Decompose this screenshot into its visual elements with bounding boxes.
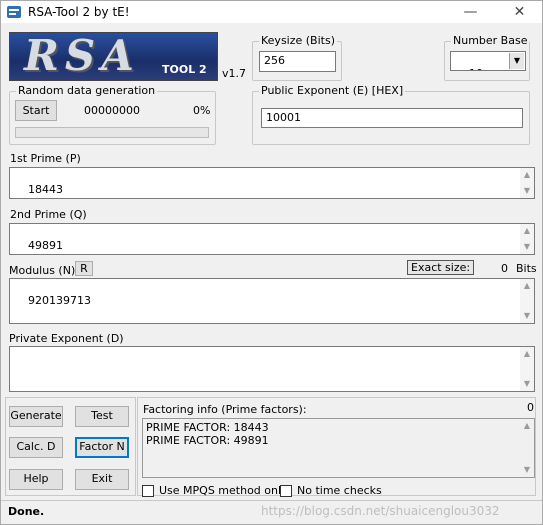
- random-counter: 00000000: [84, 104, 140, 117]
- factoring-count: 0: [527, 401, 534, 414]
- modulus-scrollbar[interactable]: ▲ ▼: [520, 279, 534, 323]
- test-button[interactable]: Test: [75, 406, 129, 427]
- help-button[interactable]: Help: [9, 469, 63, 490]
- random-progress-bar: [15, 127, 209, 138]
- exact-size-label: Exact size:: [407, 260, 475, 275]
- start-button[interactable]: Start: [15, 100, 57, 121]
- scroll-up-icon[interactable]: ▲: [520, 225, 534, 237]
- modulus-value: 920139713: [28, 294, 91, 307]
- window-title: RSA-Tool 2 by tE!: [28, 5, 130, 19]
- scroll-up-icon[interactable]: ▲: [520, 169, 534, 181]
- scroll-down-icon[interactable]: ▼: [520, 378, 534, 390]
- bits-label: Bits: [516, 262, 537, 275]
- private-exponent-input[interactable]: ▲ ▼: [9, 346, 535, 392]
- calc-d-button[interactable]: Calc. D: [9, 437, 63, 458]
- scroll-up-icon[interactable]: ▲: [520, 348, 534, 360]
- public-exponent-input[interactable]: 10001: [261, 108, 523, 128]
- factor-n-button[interactable]: Factor N: [75, 437, 129, 458]
- scroll-down-icon[interactable]: ▼: [520, 185, 534, 197]
- exact-size-value: 0: [501, 262, 508, 275]
- private-exponent-scrollbar[interactable]: ▲ ▼: [520, 347, 534, 391]
- logo-main-text: RSA: [24, 32, 140, 80]
- exit-button[interactable]: Exit: [75, 469, 129, 490]
- public-exponent-label: Public Exponent (E) [HEX]: [259, 84, 406, 97]
- number-base-value: 10: [469, 67, 483, 70]
- app-icon: [7, 6, 21, 18]
- keysize-label: Keysize (Bits): [259, 34, 337, 47]
- logo-sub-text: TOOL 2: [162, 63, 207, 76]
- prime-q-input[interactable]: 49891 ▲ ▼: [9, 223, 535, 255]
- watermark-text: https://blog.csdn.net/shuaicenglou3032: [261, 504, 500, 518]
- generate-button[interactable]: Generate: [9, 406, 63, 427]
- scroll-down-icon[interactable]: ▼: [520, 310, 534, 322]
- scroll-down-icon[interactable]: ▼: [520, 241, 534, 253]
- factoring-label: Factoring info (Prime factors):: [143, 403, 307, 416]
- random-data-label: Random data generation: [16, 84, 158, 97]
- prime-q-label: 2nd Prime (Q): [10, 208, 87, 221]
- scroll-up-icon[interactable]: ▲: [520, 420, 534, 432]
- factoring-scrollbar[interactable]: ▲ ▼: [520, 419, 534, 477]
- prime-p-scrollbar[interactable]: ▲ ▼: [520, 168, 534, 198]
- private-exponent-label: Private Exponent (D): [9, 332, 124, 345]
- scroll-up-icon[interactable]: ▲: [520, 280, 534, 292]
- rsa-tool-window: RSA-Tool 2 by tE! — ✕ RSA TOOL 2 v1.7 Ke…: [0, 0, 543, 525]
- prime-p-input[interactable]: 18443 ▲ ▼: [9, 167, 535, 199]
- prime-q-scrollbar[interactable]: ▲ ▼: [520, 224, 534, 254]
- keysize-input[interactable]: 256: [259, 51, 336, 72]
- number-base-select[interactable]: 10 ▼: [450, 51, 526, 71]
- modulus-input[interactable]: 920139713 ▲ ▼: [9, 278, 535, 324]
- random-percent: 0%: [193, 104, 211, 117]
- modulus-label: Modulus (N): [9, 264, 76, 277]
- no-time-checks-label: No time checks: [297, 484, 382, 497]
- scroll-down-icon[interactable]: ▼: [520, 464, 534, 476]
- mpqs-checkbox[interactable]: [142, 485, 154, 497]
- mpqs-label: Use MPQS method only: [159, 484, 288, 497]
- factor-line: PRIME FACTOR: 49891: [146, 434, 269, 447]
- status-text: Done.: [8, 505, 45, 518]
- no-time-checks-checkbox[interactable]: [280, 485, 292, 497]
- status-bar: Done. https://blog.csdn.net/shuaicenglou…: [1, 500, 542, 524]
- prime-p-value: 18443: [28, 183, 63, 196]
- chevron-down-icon[interactable]: ▼: [509, 53, 524, 69]
- close-button[interactable]: ✕: [497, 1, 542, 23]
- number-base-label: Number Base: [451, 34, 530, 47]
- title-bar: RSA-Tool 2 by tE! — ✕: [1, 1, 542, 23]
- version-label: v1.7: [222, 67, 247, 80]
- r-button[interactable]: R: [75, 261, 93, 276]
- factor-line: PRIME FACTOR: 18443: [146, 421, 269, 434]
- factoring-output[interactable]: PRIME FACTOR: 18443 PRIME FACTOR: 49891 …: [142, 418, 535, 478]
- prime-p-label: 1st Prime (P): [10, 152, 81, 165]
- rsa-logo: RSA TOOL 2: [9, 32, 218, 81]
- minimize-button-overlay: [448, 1, 493, 23]
- prime-q-value: 49891: [28, 239, 63, 252]
